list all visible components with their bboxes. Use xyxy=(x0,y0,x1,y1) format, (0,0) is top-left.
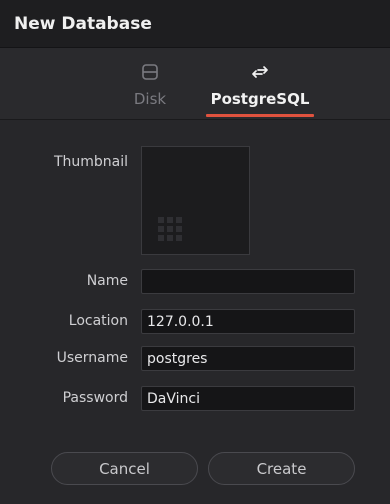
dialog-title: New Database xyxy=(14,14,152,34)
tab-disk[interactable]: Disk xyxy=(100,48,200,120)
password-field[interactable] xyxy=(141,386,355,411)
create-button[interactable]: Create xyxy=(208,452,355,485)
swap-arrows-icon xyxy=(252,66,268,78)
thumbnail-picker[interactable] xyxy=(141,146,250,255)
thumbnail-label: Thumbnail xyxy=(53,154,128,170)
username-label: Username xyxy=(56,350,128,366)
disk-icon xyxy=(142,64,158,80)
database-type-tabs: Disk PostgreSQL xyxy=(0,48,390,120)
tab-postgresql-label: PostgreSQL xyxy=(210,90,310,108)
selected-tab-indicator xyxy=(206,114,314,117)
database-placeholder-icon xyxy=(158,217,182,241)
tab-disk-label: Disk xyxy=(133,90,167,108)
location-field[interactable] xyxy=(141,309,355,334)
name-label: Name xyxy=(86,273,128,289)
password-label: Password xyxy=(62,390,128,406)
titlebar: New Database xyxy=(0,0,390,48)
username-field[interactable] xyxy=(141,346,355,371)
new-database-dialog: New Database Disk PostgreSQL Thumbnail N… xyxy=(0,0,390,504)
cancel-button[interactable]: Cancel xyxy=(51,452,198,485)
name-field[interactable] xyxy=(141,269,355,294)
tab-postgresql[interactable]: PostgreSQL xyxy=(202,48,318,120)
location-label: Location xyxy=(68,313,128,329)
